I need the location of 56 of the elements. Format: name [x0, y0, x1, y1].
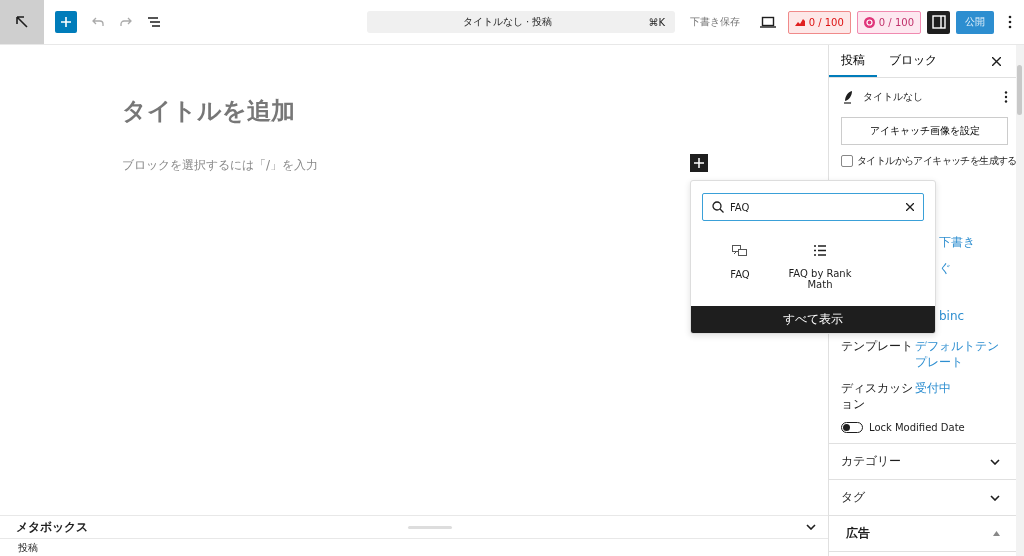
- more-icon[interactable]: [1008, 15, 1012, 29]
- search-icon: [712, 201, 724, 213]
- feather-icon: [843, 90, 853, 104]
- add-block-button[interactable]: [55, 11, 77, 33]
- back-button[interactable]: [0, 0, 44, 44]
- sidebar-tab[interactable]: ブロック: [877, 45, 949, 77]
- post-title: タイトルなし: [863, 90, 924, 104]
- set-featured-image-button[interactable]: アイキャッチ画像を設定: [841, 117, 1008, 145]
- scrollbar[interactable]: [1016, 45, 1024, 556]
- field-label: テンプレート: [841, 339, 913, 353]
- plus-icon: [60, 16, 72, 28]
- title-placeholder[interactable]: タイトルを追加: [122, 95, 828, 127]
- chart-icon: [794, 18, 805, 26]
- metabox-bar[interactable]: メタボックス: [0, 515, 828, 539]
- more-icon[interactable]: [1004, 91, 1008, 103]
- close-icon[interactable]: [906, 203, 914, 211]
- field-value-link[interactable]: 受付中: [915, 380, 1008, 396]
- toggle-switch[interactable]: [841, 422, 863, 433]
- save-draft-button[interactable]: 下書き保存: [683, 14, 746, 30]
- chevron-icon: [990, 494, 1000, 501]
- settings-button[interactable]: [927, 10, 950, 34]
- checkbox-label: タイトルからアイキャッチを生成する: [857, 154, 1016, 168]
- field-value-link[interactable]: デフォルトテンプレート: [915, 338, 1008, 370]
- plus-icon: [694, 158, 704, 168]
- readability-score-button[interactable]: 0 / 100: [856, 10, 921, 34]
- checkbox[interactable]: [841, 155, 853, 167]
- triangle-icon: [993, 531, 1000, 536]
- laptop-icon[interactable]: [759, 16, 776, 28]
- field-value-link[interactable]: 下書き: [939, 234, 1008, 250]
- metabox-title: メタボックス: [16, 518, 88, 536]
- seo-score-button[interactable]: 0 / 100: [787, 10, 851, 34]
- search-field[interactable]: FAQ: [702, 193, 924, 221]
- chat-bubbles-icon: [732, 245, 748, 257]
- score-icon: [863, 16, 875, 28]
- breadcrumb[interactable]: 投稿: [18, 540, 38, 555]
- chevron-icon: [990, 458, 1000, 465]
- toggle-label: Lock Modified Date: [869, 422, 965, 433]
- block-placeholder[interactable]: ブロックを選択するには「/」を入力: [122, 157, 828, 174]
- browse-all-button[interactable]: すべて表示: [691, 306, 935, 333]
- list-view-icon[interactable]: [147, 16, 161, 28]
- document-title: タイトルなし · 投稿: [461, 15, 554, 29]
- sidebar-icon: [931, 15, 946, 29]
- shortcut-hint: ⌘K: [648, 16, 665, 28]
- search-value: FAQ: [730, 201, 751, 213]
- command-bar[interactable]: タイトルなし · 投稿 ⌘K: [367, 11, 675, 33]
- field-value-link[interactable]: ぐ: [939, 260, 1008, 276]
- block-result[interactable]: FAQ: [705, 245, 775, 290]
- field-label: ディスカッション: [841, 381, 913, 411]
- resize-handle[interactable]: [408, 525, 452, 529]
- arrow-icon: [15, 15, 29, 29]
- block-result[interactable]: FAQ by Rank Math: [785, 245, 855, 290]
- close-icon[interactable]: [992, 56, 1001, 66]
- field-value-link[interactable]: binc: [939, 308, 1008, 324]
- list-icon: [814, 245, 826, 256]
- sidebar-tab[interactable]: 投稿: [829, 45, 877, 77]
- inserter-button[interactable]: [690, 154, 708, 172]
